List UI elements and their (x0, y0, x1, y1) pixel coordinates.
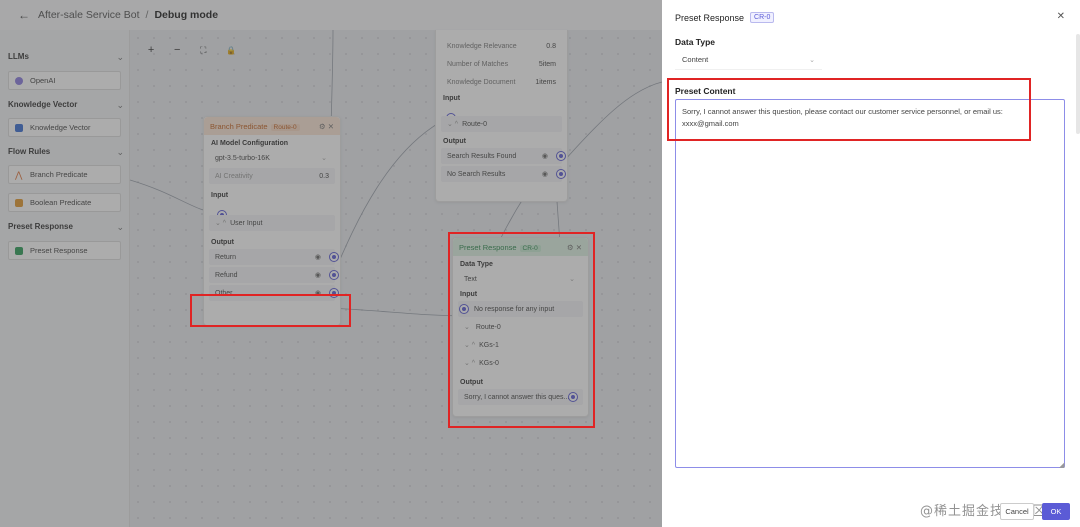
drawer-scrollbar[interactable] (1076, 34, 1080, 134)
chevron-down-icon: ⌄ (809, 56, 815, 64)
ok-button[interactable]: OK (1042, 503, 1070, 520)
drawer-title-text: Preset Response (675, 12, 745, 23)
highlight-box-other-output (190, 294, 351, 327)
data-type-value: Content (682, 55, 709, 64)
highlight-box-preset-node (448, 232, 595, 428)
highlight-box-preset-content (667, 78, 1031, 141)
close-icon[interactable]: ✕ (1057, 11, 1065, 22)
drawer-badge: CR-0 (750, 12, 775, 23)
preset-content-textarea[interactable]: Sorry, I cannot answer this question, pl… (675, 99, 1065, 468)
data-type-label: Data Type (675, 37, 715, 47)
drawer-title: Preset Response CR-0 (675, 12, 775, 23)
resize-handle-icon[interactable]: ◢ (1059, 461, 1064, 469)
cancel-button[interactable]: Cancel (1000, 503, 1034, 520)
data-type-select[interactable]: Content ⌄ (675, 50, 822, 70)
